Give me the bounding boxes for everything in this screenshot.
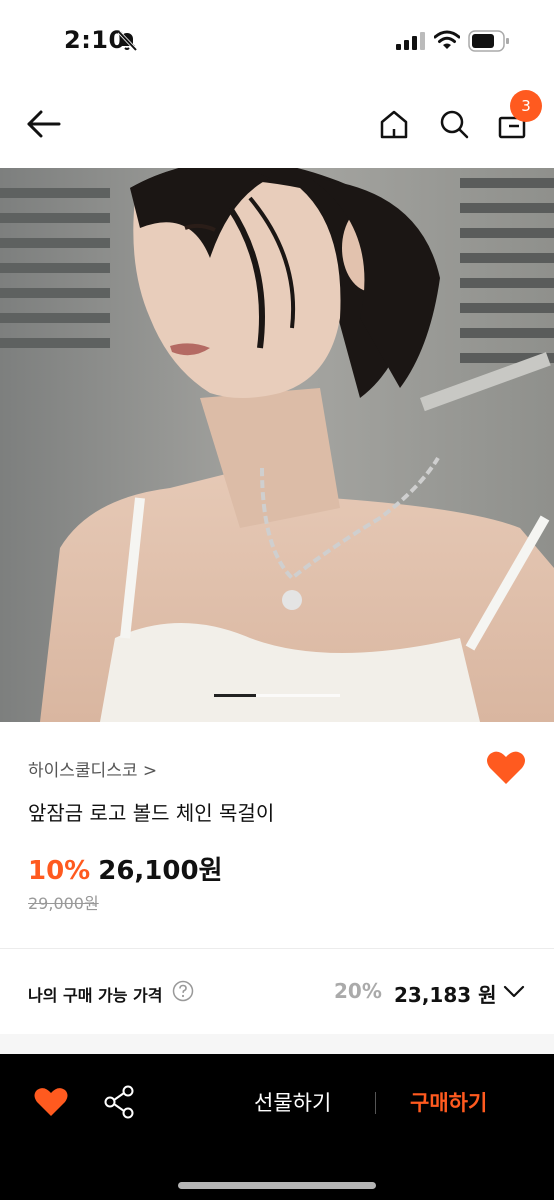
cart-count-badge: 3 xyxy=(510,90,542,122)
share-icon[interactable] xyxy=(104,1085,134,1119)
my-price-discount: 20% xyxy=(334,979,382,1003)
gift-button[interactable]: 선물하기 xyxy=(254,1087,331,1117)
back-arrow-icon xyxy=(27,110,61,138)
buy-button[interactable]: 구매하기 xyxy=(410,1087,487,1117)
wishlist-heart-icon[interactable] xyxy=(486,750,526,786)
brand-link[interactable]: 하이스쿨디스코 > xyxy=(28,756,157,781)
home-icon xyxy=(380,110,408,139)
my-price-label: 나의 구매 가능 가격 xyxy=(28,986,163,1005)
search-icon xyxy=(440,110,469,139)
wifi-icon xyxy=(434,30,460,49)
signal-icon xyxy=(396,32,425,50)
bell-slash-icon xyxy=(117,30,138,52)
sale-price: 26,100원 xyxy=(98,856,223,886)
product-detail-page: 2:10 3 하이스쿨디스코 > 앞잠금 로고 볼드 체인 목걸이 10% 26… xyxy=(0,0,554,1200)
home-button[interactable] xyxy=(372,102,416,146)
home-indicator xyxy=(178,1182,376,1189)
heart-icon[interactable] xyxy=(34,1087,68,1117)
search-button[interactable] xyxy=(432,102,476,146)
product-info: 하이스쿨디스코 > 앞잠금 로고 볼드 체인 목걸이 10% 26,100원 2… xyxy=(0,722,554,948)
divider xyxy=(375,1092,376,1114)
section-spacer xyxy=(0,1034,554,1054)
carousel-indicator xyxy=(214,694,256,697)
original-price: 29,000원 xyxy=(28,894,99,913)
battery-icon xyxy=(468,30,509,52)
price-row: 10% 26,100원 xyxy=(28,850,223,887)
my-price-value: 23,183 원 xyxy=(394,983,497,1007)
help-icon[interactable] xyxy=(172,980,194,1002)
top-nav: 3 xyxy=(0,80,554,168)
status-bar: 2:10 xyxy=(0,0,554,80)
bottom-action-bar: 선물하기 구매하기 xyxy=(0,1054,554,1200)
product-title: 앞잠금 로고 볼드 체인 목걸이 xyxy=(28,801,275,825)
chevron-down-icon[interactable] xyxy=(502,982,526,1000)
back-button[interactable] xyxy=(22,102,66,146)
product-image[interactable] xyxy=(0,168,554,722)
my-price-row[interactable]: 나의 구매 가능 가격 20% 23,183 원 xyxy=(0,948,554,1034)
product-photo xyxy=(0,168,554,722)
discount-rate: 10% xyxy=(28,856,91,886)
